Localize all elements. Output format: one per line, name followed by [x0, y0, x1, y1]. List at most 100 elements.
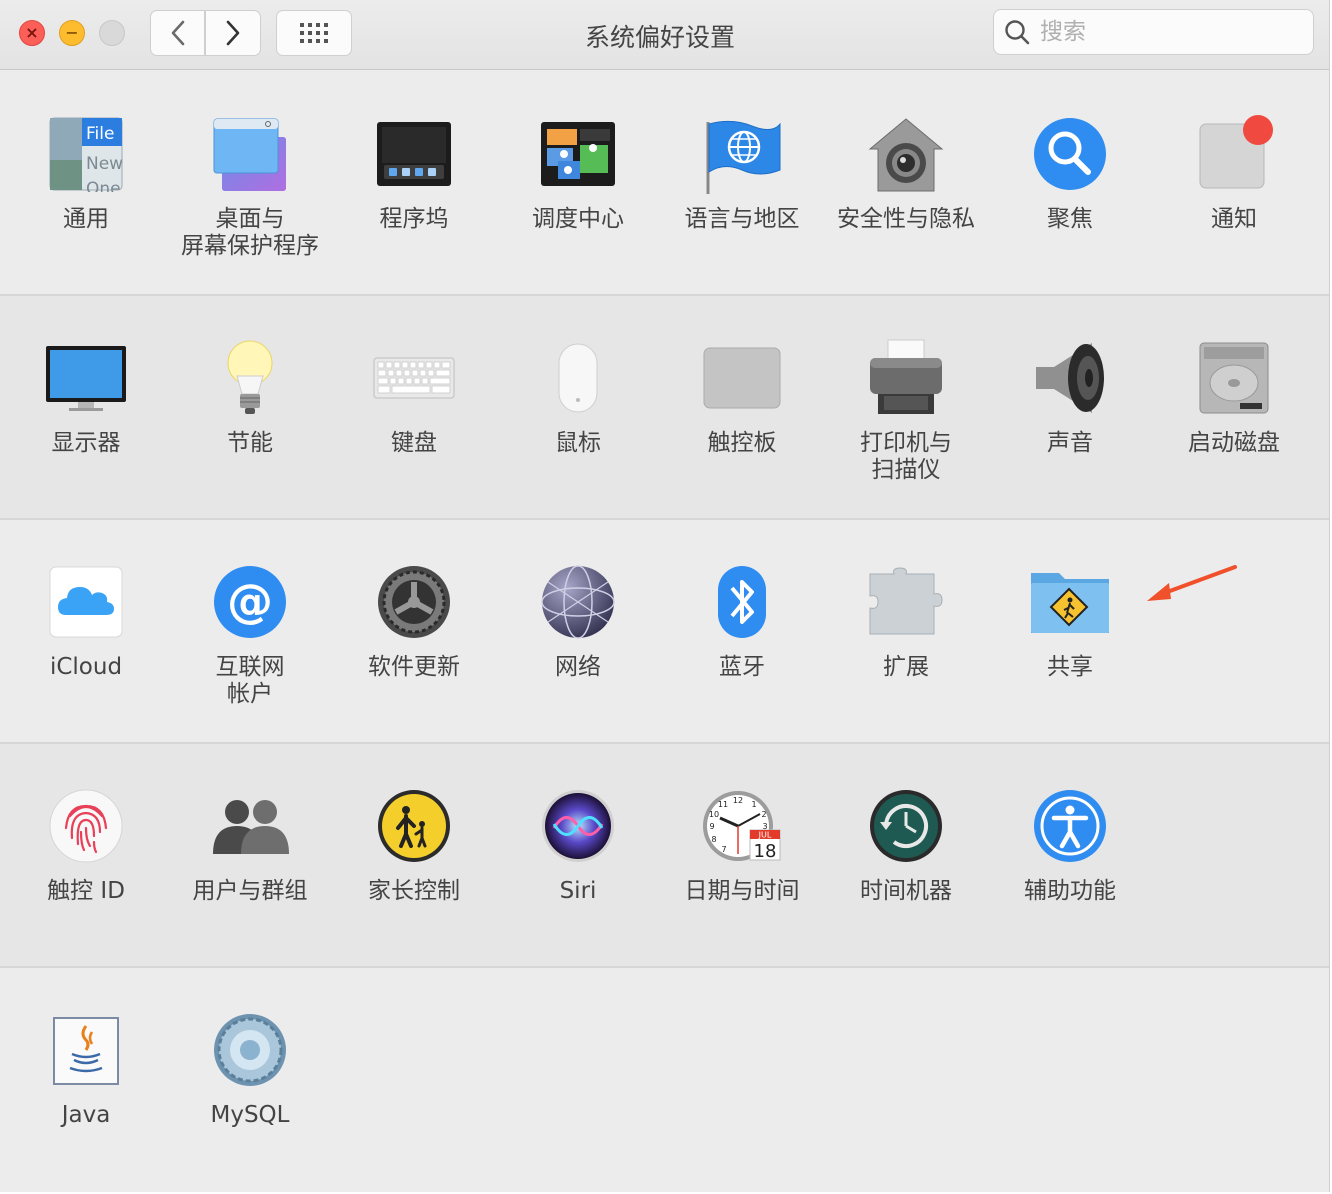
pref-startup-disk[interactable]: 启动磁盘 — [1152, 336, 1316, 457]
calendar-month-text: JUL — [758, 831, 772, 840]
pref-printers-scanners[interactable]: 打印机与 扫描仪 — [824, 336, 988, 484]
general-icon-text-new: New — [86, 154, 123, 174]
pref-label: 触控板 — [707, 430, 777, 456]
date-time-icon: 12 1 2 3 9 10 11 8 7 JUL 18 — [700, 784, 784, 868]
pref-label: Siri — [559, 878, 597, 904]
pref-label: 键盘 — [391, 430, 437, 456]
sound-icon — [1028, 336, 1112, 420]
pref-notifications[interactable]: 通知 — [1152, 112, 1316, 233]
pref-icloud[interactable]: iCloud — [4, 560, 168, 681]
icloud-icon — [44, 560, 128, 644]
internet-accounts-icon: @ — [208, 560, 292, 644]
minimize-button[interactable]: − — [59, 20, 85, 46]
software-update-icon — [372, 560, 456, 644]
svg-text:8: 8 — [711, 835, 716, 844]
pref-energy-saver[interactable]: 节能 — [168, 336, 332, 457]
general-icon-text-one: One — [86, 179, 121, 192]
pref-displays[interactable]: 显示器 — [4, 336, 168, 457]
grid-icon — [300, 23, 328, 43]
pref-dock[interactable]: 程序坞 — [332, 112, 496, 233]
pref-keyboard[interactable]: 键盘 — [332, 336, 496, 457]
svg-text:10: 10 — [709, 810, 719, 819]
pref-label: iCloud — [49, 654, 123, 680]
svg-text:11: 11 — [718, 800, 728, 809]
extensions-icon — [864, 560, 948, 644]
svg-text:@: @ — [227, 574, 273, 628]
pref-label: 通用 — [63, 206, 109, 232]
pref-label: 日期与时间 — [684, 878, 800, 904]
close-icon: × — [25, 23, 39, 42]
java-icon — [44, 1008, 128, 1092]
spotlight-icon — [1028, 112, 1112, 196]
zoom-button[interactable] — [99, 20, 125, 46]
pref-general[interactable]: File New One 通用 — [4, 112, 168, 233]
close-button[interactable]: × — [19, 20, 45, 46]
pref-label: MySQL — [210, 1102, 290, 1128]
forward-button[interactable] — [205, 10, 261, 56]
show-all-button[interactable] — [276, 10, 352, 56]
back-button[interactable] — [150, 10, 205, 56]
window-title: 系统偏好设置 — [584, 23, 735, 52]
pref-label: 聚焦 — [1047, 206, 1093, 232]
dock-icon — [372, 112, 456, 196]
mouse-icon — [536, 336, 620, 420]
pref-label: 显示器 — [51, 430, 121, 456]
pref-label: 语言与地区 — [684, 206, 800, 232]
pref-label: 扩展 — [883, 654, 929, 680]
svg-text:9: 9 — [709, 822, 714, 831]
touch-id-icon — [44, 784, 128, 868]
svg-text:1: 1 — [751, 800, 756, 809]
pref-label: 互联网 帐户 — [215, 654, 285, 707]
pref-label: 安全性与隐私 — [837, 206, 975, 232]
search-input[interactable] — [1040, 19, 1300, 45]
pref-siri[interactable]: Siri — [496, 784, 660, 905]
pref-touch-id[interactable]: 触控 ID — [4, 784, 168, 905]
search-field[interactable] — [993, 9, 1314, 55]
pref-label: 蓝牙 — [719, 654, 765, 680]
pref-security-privacy[interactable]: 安全性与隐私 — [824, 112, 988, 233]
pref-internet-accounts[interactable]: @ 互联网 帐户 — [168, 560, 332, 708]
pref-label: 网络 — [555, 654, 601, 680]
mysql-icon — [208, 1008, 292, 1092]
pref-mission-control[interactable]: 调度中心 — [496, 112, 660, 233]
pref-network[interactable]: 网络 — [496, 560, 660, 681]
time-machine-icon — [864, 784, 948, 868]
pref-time-machine[interactable]: 时间机器 — [824, 784, 988, 905]
pref-label: 打印机与 扫描仪 — [860, 430, 952, 483]
pref-label: 共享 — [1047, 654, 1093, 680]
pref-accessibility[interactable]: 辅助功能 — [988, 784, 1152, 905]
pref-extensions[interactable]: 扩展 — [824, 560, 988, 681]
desktop-screensaver-icon — [208, 112, 292, 196]
svg-text:2: 2 — [761, 810, 766, 819]
pref-users-groups[interactable]: 用户与群组 — [168, 784, 332, 905]
pref-bluetooth[interactable]: 蓝牙 — [660, 560, 824, 681]
search-icon — [1005, 20, 1030, 45]
pref-sharing[interactable]: 共享 — [988, 560, 1152, 681]
pref-mysql[interactable]: MySQL — [168, 1008, 332, 1129]
language-region-icon — [700, 112, 784, 196]
pref-language-region[interactable]: 语言与地区 — [660, 112, 824, 233]
pref-sound[interactable]: 声音 — [988, 336, 1152, 457]
pref-mouse[interactable]: 鼠标 — [496, 336, 660, 457]
pref-trackpad[interactable]: 触控板 — [660, 336, 824, 457]
pref-label: 软件更新 — [368, 654, 460, 680]
pref-desktop-screensaver[interactable]: 桌面与 屏幕保护程序 — [168, 112, 332, 260]
pref-label: 时间机器 — [860, 878, 952, 904]
startup-disk-icon — [1192, 336, 1276, 420]
users-groups-icon — [208, 784, 292, 868]
displays-icon — [44, 336, 128, 420]
chevron-right-icon — [226, 20, 240, 46]
pref-label: 桌面与 屏幕保护程序 — [181, 206, 319, 259]
pref-label: 鼠标 — [555, 430, 601, 456]
toolbar: × − 系统偏好设置 — [0, 0, 1329, 70]
pref-software-update[interactable]: 软件更新 — [332, 560, 496, 681]
general-icon: File New One — [44, 112, 128, 196]
pref-spotlight[interactable]: 聚焦 — [988, 112, 1152, 233]
pref-java[interactable]: Java — [4, 1008, 168, 1129]
general-icon-text-file: File — [86, 124, 114, 144]
energy-saver-icon — [208, 336, 292, 420]
pref-label: 用户与群组 — [192, 878, 308, 904]
chevron-left-icon — [171, 20, 184, 46]
pref-date-time[interactable]: 12 1 2 3 9 10 11 8 7 JUL 18 日期与时间 — [660, 784, 824, 905]
pref-parental-controls[interactable]: 家长控制 — [332, 784, 496, 905]
